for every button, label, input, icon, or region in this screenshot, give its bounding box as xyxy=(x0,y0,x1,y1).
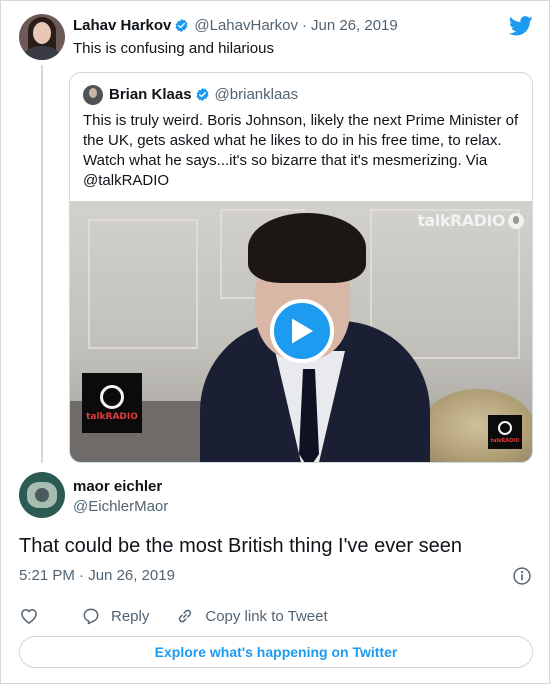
thread-line xyxy=(41,65,43,463)
talkradio-watermark: talkRADIO xyxy=(417,211,524,230)
tweet-date: Jun 26, 2019 xyxy=(88,567,175,584)
video-thumbnail[interactable]: talkRADIO talkRADIO talkRADIO xyxy=(70,201,532,462)
twitter-bird-icon[interactable] xyxy=(509,16,533,36)
tweet-timestamp[interactable]: 5:21 PM · Jun 26, 2019 xyxy=(19,567,175,584)
reply-icon xyxy=(83,608,99,625)
avatar-maor-eichler[interactable] xyxy=(19,472,65,518)
heart-icon xyxy=(21,609,37,624)
tweet-time: 5:21 PM xyxy=(19,567,75,584)
play-button[interactable] xyxy=(270,299,334,363)
reply-label: Reply xyxy=(111,607,150,625)
verified-badge-icon xyxy=(175,18,188,33)
quoted-author-name[interactable]: Brian Klaas xyxy=(109,86,192,103)
parent-tweet-date[interactable]: Jun 26, 2019 xyxy=(311,17,398,34)
reply-button[interactable]: Reply xyxy=(81,606,149,626)
main-author-handle[interactable]: @EichlerMaor xyxy=(73,498,168,515)
info-icon[interactable] xyxy=(512,566,532,586)
microphone-icon xyxy=(508,212,524,229)
parent-author-handle[interactable]: @LahavHarkov xyxy=(194,17,298,34)
tweet-actions: Reply Copy link to Tweet xyxy=(19,605,354,627)
link-icon xyxy=(179,609,192,623)
talkradio-logo-small: talkRADIO xyxy=(488,415,522,449)
play-icon xyxy=(292,318,313,344)
parent-author-name[interactable]: Lahav Harkov xyxy=(73,17,171,34)
avatar-brian-klaas[interactable] xyxy=(83,85,103,105)
avatar-lahav-harkov[interactable] xyxy=(19,14,65,60)
quoted-tweet[interactable]: Brian Klaas @brianklaas This is truly we… xyxy=(69,72,533,463)
parent-tweet: Lahav Harkov @LahavHarkov · Jun 26, 2019… xyxy=(1,1,550,463)
parent-author-row: Lahav Harkov @LahavHarkov · Jun 26, 2019 xyxy=(73,17,398,34)
talkradio-logo: talkRADIO xyxy=(82,373,142,433)
tweet-embed-card: Lahav Harkov @LahavHarkov · Jun 26, 2019… xyxy=(0,0,550,684)
main-tweet-text: That could be the most British thing I'v… xyxy=(19,535,462,557)
like-button[interactable] xyxy=(19,606,49,626)
copy-link-label: Copy link to Tweet xyxy=(205,607,328,625)
copy-link-button[interactable]: Copy link to Tweet xyxy=(175,606,328,626)
quoted-author-handle[interactable]: @brianklaas xyxy=(215,86,299,103)
parent-tweet-text: This is confusing and hilarious xyxy=(73,40,274,57)
quoted-author-row: Brian Klaas @brianklaas xyxy=(109,86,298,103)
separator-dot: · xyxy=(79,567,85,584)
quoted-tweet-text: This is truly weird. Boris Johnson, like… xyxy=(83,112,519,189)
explore-twitter-button[interactable]: Explore what's happening on Twitter xyxy=(19,636,533,668)
main-author-name[interactable]: maor eichler xyxy=(73,478,162,495)
verified-badge-icon xyxy=(196,87,208,102)
separator-dot: · xyxy=(302,17,307,34)
